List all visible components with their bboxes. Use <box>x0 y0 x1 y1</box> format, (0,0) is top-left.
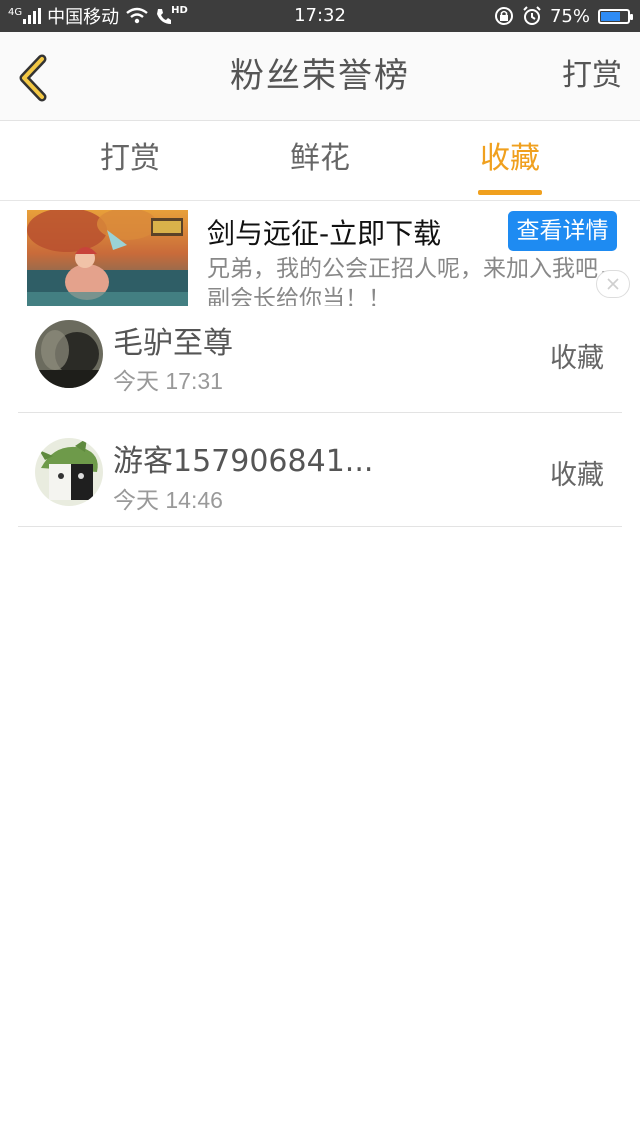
avatar[interactable] <box>35 438 103 506</box>
favorites-list: 毛驴至尊 今天 17:31 收藏 游客157906841... 今天 14:46… <box>18 300 622 527</box>
tab-label: 鲜花 <box>290 141 350 176</box>
ad-close-button[interactable] <box>596 270 630 298</box>
status-bar: 4G 中国移动 HD 17:32 75% <box>0 0 640 32</box>
ad-description: 兄弟，我的公会正招人呢，来加入我吧，副会长给你当！！ <box>207 256 621 306</box>
close-icon <box>607 278 619 290</box>
avatar[interactable] <box>35 320 103 388</box>
tab-flowers[interactable]: 鲜花 <box>240 121 400 200</box>
battery-fill <box>601 11 620 21</box>
user-name: 游客157906841... <box>113 444 374 479</box>
reward-button[interactable]: 打赏 <box>562 32 622 120</box>
app-header: 粉丝荣誉榜 打赏 <box>0 32 640 121</box>
page-title: 粉丝荣誉榜 <box>230 56 410 96</box>
tab-reward[interactable]: 打赏 <box>50 121 210 200</box>
timestamp: 今天 14:46 <box>113 487 223 513</box>
tab-bar: 打赏 鲜花 收藏 <box>0 121 640 201</box>
battery-icon <box>598 8 633 24</box>
ad-image[interactable] <box>27 210 188 306</box>
timestamp: 今天 17:31 <box>113 368 223 394</box>
ad-details-button[interactable]: 查看详情 <box>508 211 617 251</box>
action-label: 收藏 <box>550 460 604 491</box>
action-label: 收藏 <box>550 343 604 374</box>
ad-title[interactable]: 剑与远征-立即下载 <box>207 212 441 252</box>
alarm-icon <box>523 6 541 25</box>
ad-artwork <box>27 210 188 306</box>
status-right: 75% <box>494 0 633 32</box>
battery-percent: 75% <box>549 5 590 27</box>
list-item[interactable]: 游客157906841... 今天 14:46 收藏 <box>18 413 622 527</box>
list-item[interactable]: 毛驴至尊 今天 17:31 收藏 <box>18 300 622 413</box>
user-avatar-image <box>35 320 103 388</box>
ad-banner[interactable]: 剑与远征-立即下载 查看详情 兄弟，我的公会正招人呢，来加入我吧，副会长给你当！… <box>0 202 640 306</box>
user-name: 毛驴至尊 <box>113 326 233 361</box>
tab-favorites[interactable]: 收藏 <box>430 121 590 200</box>
rotation-lock-icon <box>494 7 513 25</box>
tab-label: 打赏 <box>100 141 160 176</box>
user-avatar-image <box>35 438 103 506</box>
tab-label: 收藏 <box>480 141 540 176</box>
active-tab-indicator <box>478 190 542 195</box>
